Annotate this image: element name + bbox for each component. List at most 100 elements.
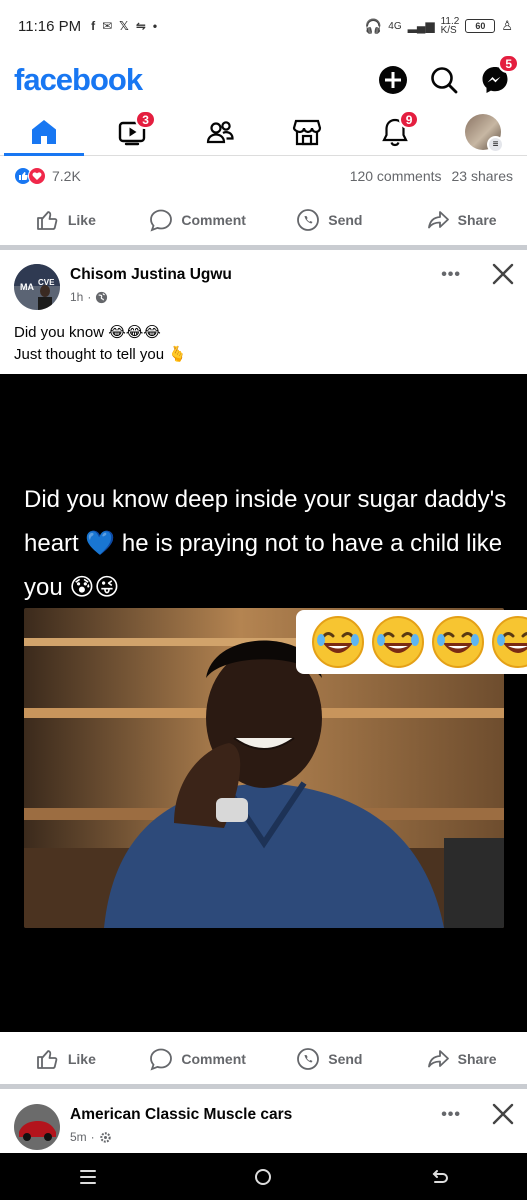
tab-friends[interactable] — [176, 108, 264, 155]
meta-dot: · — [90, 1130, 95, 1144]
tab-marketplace[interactable] — [263, 108, 351, 155]
thumbs-up-icon — [36, 1050, 58, 1069]
reactions-count[interactable]: 7.2K — [52, 168, 81, 184]
laughing-emoji-icon — [312, 616, 364, 668]
send-label: Send — [328, 212, 363, 228]
more-options-button[interactable]: ••• — [441, 1106, 461, 1124]
battery-icon: 60 — [465, 19, 496, 33]
comment-button[interactable]: Comment — [132, 1047, 264, 1071]
post-meta: 1h · — [70, 290, 108, 304]
dot-icon: • — [152, 19, 158, 33]
send-button[interactable]: Send — [264, 208, 396, 232]
comment-icon — [150, 1048, 173, 1071]
status-right: 🎧 4G ▂▄▆ 11.2 K/S 60 ♙ — [364, 17, 513, 36]
system-nav-bar — [0, 1153, 527, 1200]
search-icon — [431, 67, 458, 94]
laughing-emoji-icon — [372, 616, 424, 668]
close-icon — [492, 1103, 514, 1125]
tab-home[interactable] — [0, 108, 88, 156]
author-name[interactable]: Chisom Justina Ugwu — [70, 266, 232, 284]
home-circle-icon[interactable] — [252, 1166, 274, 1188]
share-icon — [427, 211, 449, 229]
post-action-bar: Like Comment Send Share — [0, 1035, 527, 1083]
laughing-emoji-icon — [432, 616, 484, 668]
status-bar: 11:16 PM f ✉ 𝕏 ⇋ • 🎧 4G ▂▄▆ 11.2 K/S 60 … — [0, 0, 527, 52]
plus-icon — [379, 66, 407, 94]
tab-profile-menu[interactable]: ≡ — [439, 108, 527, 155]
next-post-meta: 5m · — [70, 1130, 112, 1144]
page-avatar[interactable] — [14, 1104, 60, 1150]
like-label: Like — [67, 212, 96, 228]
laughing-emoji-strip — [296, 610, 527, 674]
send-label: Send — [328, 1051, 363, 1067]
page-name[interactable]: American Classic Muscle cars — [70, 1106, 292, 1124]
notification-icons: f ✉ 𝕏 ⇋ • — [91, 19, 157, 33]
headphones-icon: 🎧 — [364, 17, 383, 34]
meta-dot: · — [87, 290, 92, 304]
share-label: Share — [457, 212, 497, 228]
like-button[interactable]: Like — [0, 1047, 132, 1071]
signal-icon: ▂▄▆ — [407, 19, 435, 33]
facebook-logo: facebook — [14, 62, 143, 97]
like-label: Like — [67, 1051, 96, 1067]
tab-video[interactable]: 3 — [88, 108, 176, 155]
whatsapp-icon — [297, 1048, 320, 1070]
person-icon: ♙ — [501, 18, 513, 33]
like-button[interactable]: Like — [0, 208, 132, 232]
feed-divider — [0, 245, 527, 250]
share-button[interactable]: Share — [395, 1047, 527, 1071]
prev-post-action-bar: Like Comment Send Share — [0, 196, 527, 244]
speed-readout: 11.2 K/S — [440, 17, 460, 36]
send-button[interactable]: Send — [264, 1047, 396, 1071]
love-reaction-icon — [28, 167, 46, 185]
mail-notif-icon: ✉ — [102, 19, 113, 33]
sync-notif-icon: ⇋ — [135, 19, 146, 33]
share-button[interactable]: Share — [395, 208, 527, 232]
main-nav: 3 9 ≡ — [0, 108, 527, 156]
messenger-button[interactable]: 5 — [477, 54, 519, 98]
share-label: Share — [457, 1051, 497, 1067]
shares-count[interactable]: 23 shares — [452, 168, 513, 184]
search-button[interactable] — [426, 62, 462, 98]
messenger-badge: 5 — [498, 54, 519, 73]
whatsapp-icon — [297, 209, 320, 231]
comment-icon — [150, 209, 173, 232]
comment-button[interactable]: Comment — [132, 208, 264, 232]
recent-apps-icon[interactable] — [77, 1166, 99, 1188]
post-text-line-1: Did you know 😂😂😂 — [14, 324, 161, 341]
notifications-badge: 9 — [398, 110, 420, 129]
more-options-button[interactable]: ••• — [441, 266, 461, 284]
home-icon — [31, 119, 56, 144]
post-image[interactable]: Did you know deep inside your sugar dadd… — [0, 374, 527, 1032]
share-icon — [427, 1050, 449, 1068]
create-button[interactable] — [375, 62, 411, 98]
post-text: Did you know 😂😂😂 Just thought to tell yo… — [14, 322, 187, 366]
friends-icon — [206, 120, 234, 143]
app-header: facebook 5 — [0, 52, 527, 108]
facebook-notif-icon: f — [91, 19, 96, 33]
comments-count[interactable]: 120 comments — [350, 168, 442, 184]
feed-divider — [0, 1084, 527, 1089]
hide-post-button[interactable] — [491, 262, 515, 291]
tab-notifications[interactable]: 9 — [351, 108, 439, 155]
comment-label: Comment — [181, 1051, 246, 1067]
back-icon[interactable] — [428, 1166, 450, 1188]
network-label: 4G — [388, 20, 402, 32]
menu-icon: ≡ — [487, 135, 505, 153]
author-avatar[interactable]: MA CVE — [14, 264, 60, 310]
status-time: 11:16 PM — [18, 17, 82, 35]
speed-unit: K/S — [440, 25, 457, 36]
marketplace-icon — [293, 119, 322, 145]
next-post-time[interactable]: 5m — [70, 1130, 87, 1144]
x-notif-icon: 𝕏 — [119, 19, 129, 33]
post-text-line-2: Just thought to tell you 🫰 — [14, 346, 187, 363]
settings-gear-icon — [99, 1131, 111, 1143]
hide-post-button[interactable] — [491, 1102, 515, 1131]
comment-label: Comment — [181, 212, 246, 228]
globe-icon — [96, 291, 108, 303]
prev-post-reactions: 7.2K 120 comments 23 shares — [0, 157, 527, 195]
thumbs-up-icon — [36, 211, 58, 230]
post-time[interactable]: 1h — [70, 290, 83, 304]
laughing-emoji-icon — [492, 616, 527, 668]
post-header: MA CVE Chisom Justina Ugwu 1h · ••• — [0, 254, 527, 310]
